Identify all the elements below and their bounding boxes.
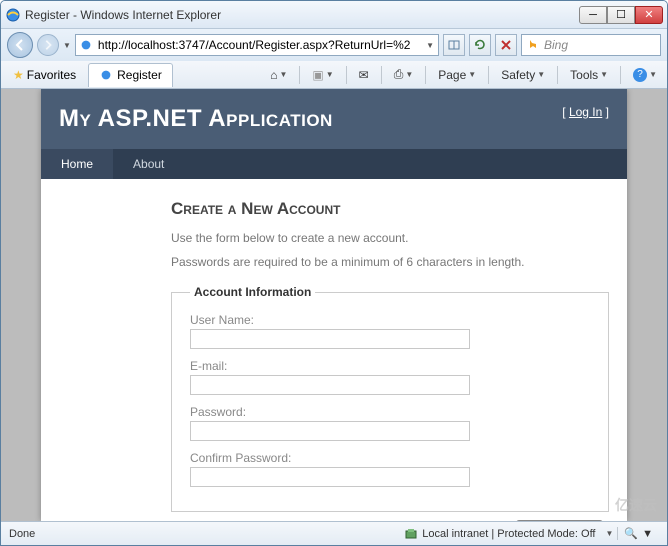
tools-menu[interactable]: Tools▼: [566, 68, 612, 82]
password-input[interactable]: [190, 421, 470, 441]
refresh-button[interactable]: [469, 34, 491, 56]
search-placeholder: Bing: [544, 38, 568, 52]
viewport: My ASP.NET Application [ Log In ] Home A…: [1, 89, 667, 521]
nav-home[interactable]: Home: [41, 149, 113, 179]
intranet-icon: [404, 527, 418, 541]
safety-menu[interactable]: Safety▼: [497, 68, 549, 82]
window-title: Register - Windows Internet Explorer: [25, 8, 579, 22]
address-dropdown-icon[interactable]: ▼: [424, 41, 436, 50]
zoom-control[interactable]: 🔍 ▼: [617, 527, 659, 540]
page-heading: Create a New Account: [171, 199, 609, 219]
maximize-button[interactable]: ☐: [607, 6, 635, 24]
command-bar: ★ Favorites Register ⌂▼ ▣▼ ✉ ⎙▼ Page▼ Sa…: [1, 61, 667, 89]
confirm-password-input[interactable]: [190, 467, 470, 487]
site-banner: My ASP.NET Application [ Log In ]: [41, 89, 627, 149]
ie-window: Register - Windows Internet Explorer ─ ☐…: [0, 0, 668, 546]
print-icon: ⎙: [394, 67, 404, 82]
email-label: E-mail:: [190, 359, 590, 373]
titlebar: Register - Windows Internet Explorer ─ ☐…: [1, 1, 667, 29]
zone-text: Local intranet | Protected Mode: Off: [422, 528, 595, 540]
compat-view-button[interactable]: [443, 34, 465, 56]
star-icon: ★: [13, 68, 24, 82]
forward-button[interactable]: [37, 34, 59, 56]
password-label: Password:: [190, 405, 590, 419]
site-nav: Home About: [41, 149, 627, 179]
mail-icon: ✉: [359, 68, 369, 82]
zone-dropdown[interactable]: ▼: [601, 529, 617, 538]
mail-tool-button[interactable]: ✉: [355, 68, 373, 82]
confirm-password-label: Confirm Password:: [190, 451, 590, 465]
back-button[interactable]: [7, 32, 33, 58]
zoom-icon: 🔍: [624, 527, 638, 540]
ie-icon: [5, 7, 21, 23]
password-note: Passwords are required to be a minimum o…: [171, 255, 609, 269]
tab-page-icon: [99, 68, 113, 82]
help-button[interactable]: ?▼: [629, 68, 661, 82]
favorites-button[interactable]: ★ Favorites: [7, 66, 82, 84]
main-content: Create a New Account Use the form below …: [41, 179, 627, 521]
stop-button[interactable]: [495, 34, 517, 56]
search-box[interactable]: Bing: [521, 34, 661, 56]
status-text: Done: [9, 528, 35, 540]
nav-about[interactable]: About: [113, 149, 184, 179]
login-status: [ Log In ]: [562, 105, 609, 119]
rss-icon: ▣: [312, 68, 323, 82]
minimize-button[interactable]: ─: [579, 6, 607, 24]
fieldset-legend: Account Information: [190, 285, 315, 299]
tab-title: Register: [117, 68, 162, 82]
feeds-tool-button[interactable]: ▣▼: [308, 68, 337, 82]
home-icon: ⌂: [270, 68, 277, 82]
nav-toolbar: ▼ ▼ Bing: [1, 29, 667, 61]
page-icon: [78, 37, 94, 53]
address-bar[interactable]: ▼: [75, 34, 439, 56]
username-input[interactable]: [190, 329, 470, 349]
email-input[interactable]: [190, 375, 470, 395]
security-zone[interactable]: Local intranet | Protected Mode: Off: [398, 527, 601, 541]
intro-text: Use the form below to create a new accou…: [171, 231, 609, 245]
home-tool-button[interactable]: ⌂▼: [266, 68, 291, 82]
close-button[interactable]: ✕: [635, 6, 663, 24]
nav-dropdown-icon[interactable]: ▼: [63, 41, 71, 50]
status-bar: Done Local intranet | Protected Mode: Of…: [1, 521, 667, 545]
login-link[interactable]: Log In: [569, 105, 602, 119]
site-title: My ASP.NET Application: [59, 105, 333, 133]
help-icon: ?: [633, 68, 647, 82]
submit-row: Create User: [171, 520, 609, 521]
create-user-button[interactable]: Create User: [516, 520, 603, 521]
page-body: My ASP.NET Application [ Log In ] Home A…: [41, 89, 627, 521]
page-menu[interactable]: Page▼: [434, 68, 480, 82]
address-input[interactable]: [94, 38, 424, 52]
username-label: User Name:: [190, 313, 590, 327]
print-tool-button[interactable]: ⎙▼: [390, 67, 418, 82]
account-fieldset: Account Information User Name: E-mail: P…: [171, 285, 609, 512]
browser-tab[interactable]: Register: [88, 63, 173, 87]
window-controls: ─ ☐ ✕: [579, 6, 663, 24]
bing-icon: [526, 38, 540, 52]
favorites-label: Favorites: [27, 68, 76, 82]
